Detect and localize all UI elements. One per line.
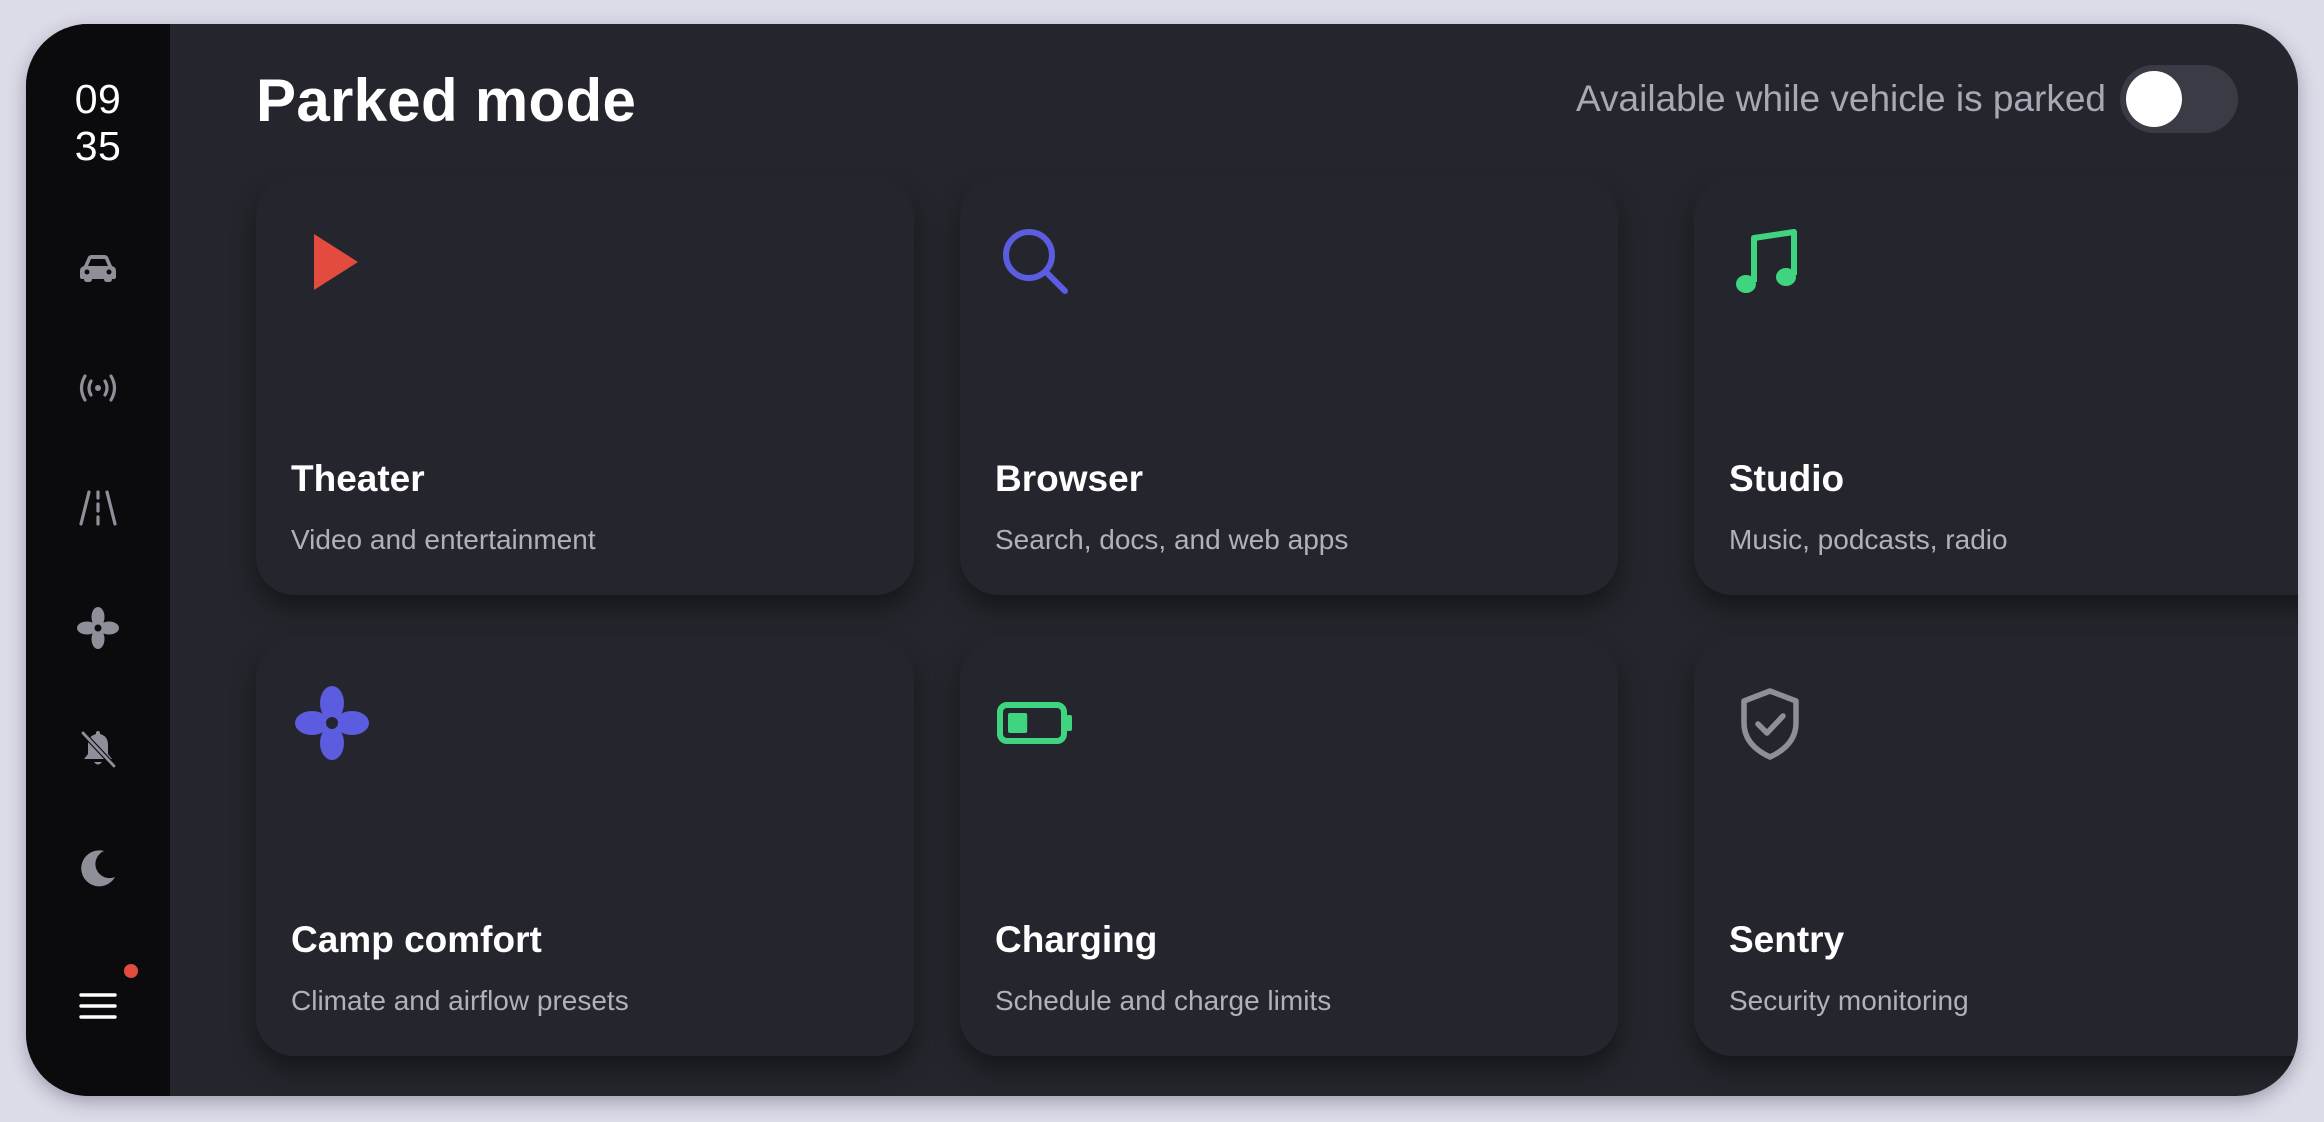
card-camp-comfort[interactable]: Camp comfort Climate and airflow presets: [256, 641, 914, 1056]
moon-icon[interactable]: [74, 844, 122, 892]
menu-icon[interactable]: [74, 982, 122, 1030]
card-sentry[interactable]: Sentry Security monitoring: [1694, 641, 2298, 1056]
search-icon: [996, 222, 1076, 302]
card-title: Camp comfort: [291, 919, 542, 960]
parked-availability: Available while vehicle is parked: [1576, 64, 2238, 134]
battery-icon: [996, 683, 1076, 763]
card-studio[interactable]: Studio Music, podcasts, radio: [1694, 180, 2298, 595]
play-icon: [292, 222, 372, 302]
road-icon[interactable]: [74, 484, 122, 532]
shield-check-icon: [1730, 683, 1810, 763]
card-subtitle: Music, podcasts, radio: [1729, 524, 2008, 555]
wireless-signal-icon[interactable]: [74, 364, 122, 412]
card-subtitle: Search, docs, and web apps: [995, 524, 1349, 555]
card-subtitle: Video and entertainment: [291, 524, 596, 555]
music-note-icon: [1730, 222, 1810, 302]
fan-icon[interactable]: [74, 604, 122, 652]
clock-minute: 35: [74, 123, 122, 169]
card-theater[interactable]: Theater Video and entertainment: [256, 180, 914, 595]
clock: 09 35: [26, 76, 170, 170]
parked-toggle[interactable]: [2120, 65, 2238, 133]
parked-toggle-label: Available while vehicle is parked: [1576, 78, 2106, 119]
bell-muted-icon[interactable]: [74, 724, 122, 772]
card-title: Studio: [1729, 458, 1845, 499]
car-icon[interactable]: [74, 244, 122, 292]
page-title: Parked mode: [256, 67, 637, 134]
menu-notification-dot: [124, 964, 138, 978]
card-title: Sentry: [1729, 919, 1845, 960]
clock-hour: 09: [74, 76, 122, 122]
fan-icon: [292, 683, 372, 763]
card-subtitle: Schedule and charge limits: [995, 985, 1332, 1016]
side-rail: 09 35: [26, 24, 170, 1096]
card-browser[interactable]: Browser Search, docs, and web apps: [960, 180, 1618, 595]
card-subtitle: Security monitoring: [1729, 985, 1969, 1016]
card-charging[interactable]: Charging Schedule and charge limits: [960, 641, 1618, 1056]
toggle-knob: [2126, 71, 2182, 127]
main-panel: Parked mode Available while vehicle is p…: [170, 24, 2298, 1096]
card-title: Theater: [291, 458, 425, 499]
card-subtitle: Climate and airflow presets: [291, 985, 629, 1016]
card-title: Charging: [995, 919, 1158, 960]
card-title: Browser: [995, 458, 1144, 499]
vehicle-screen: 09 35 Parked mode Available while vehicl…: [26, 24, 2298, 1096]
